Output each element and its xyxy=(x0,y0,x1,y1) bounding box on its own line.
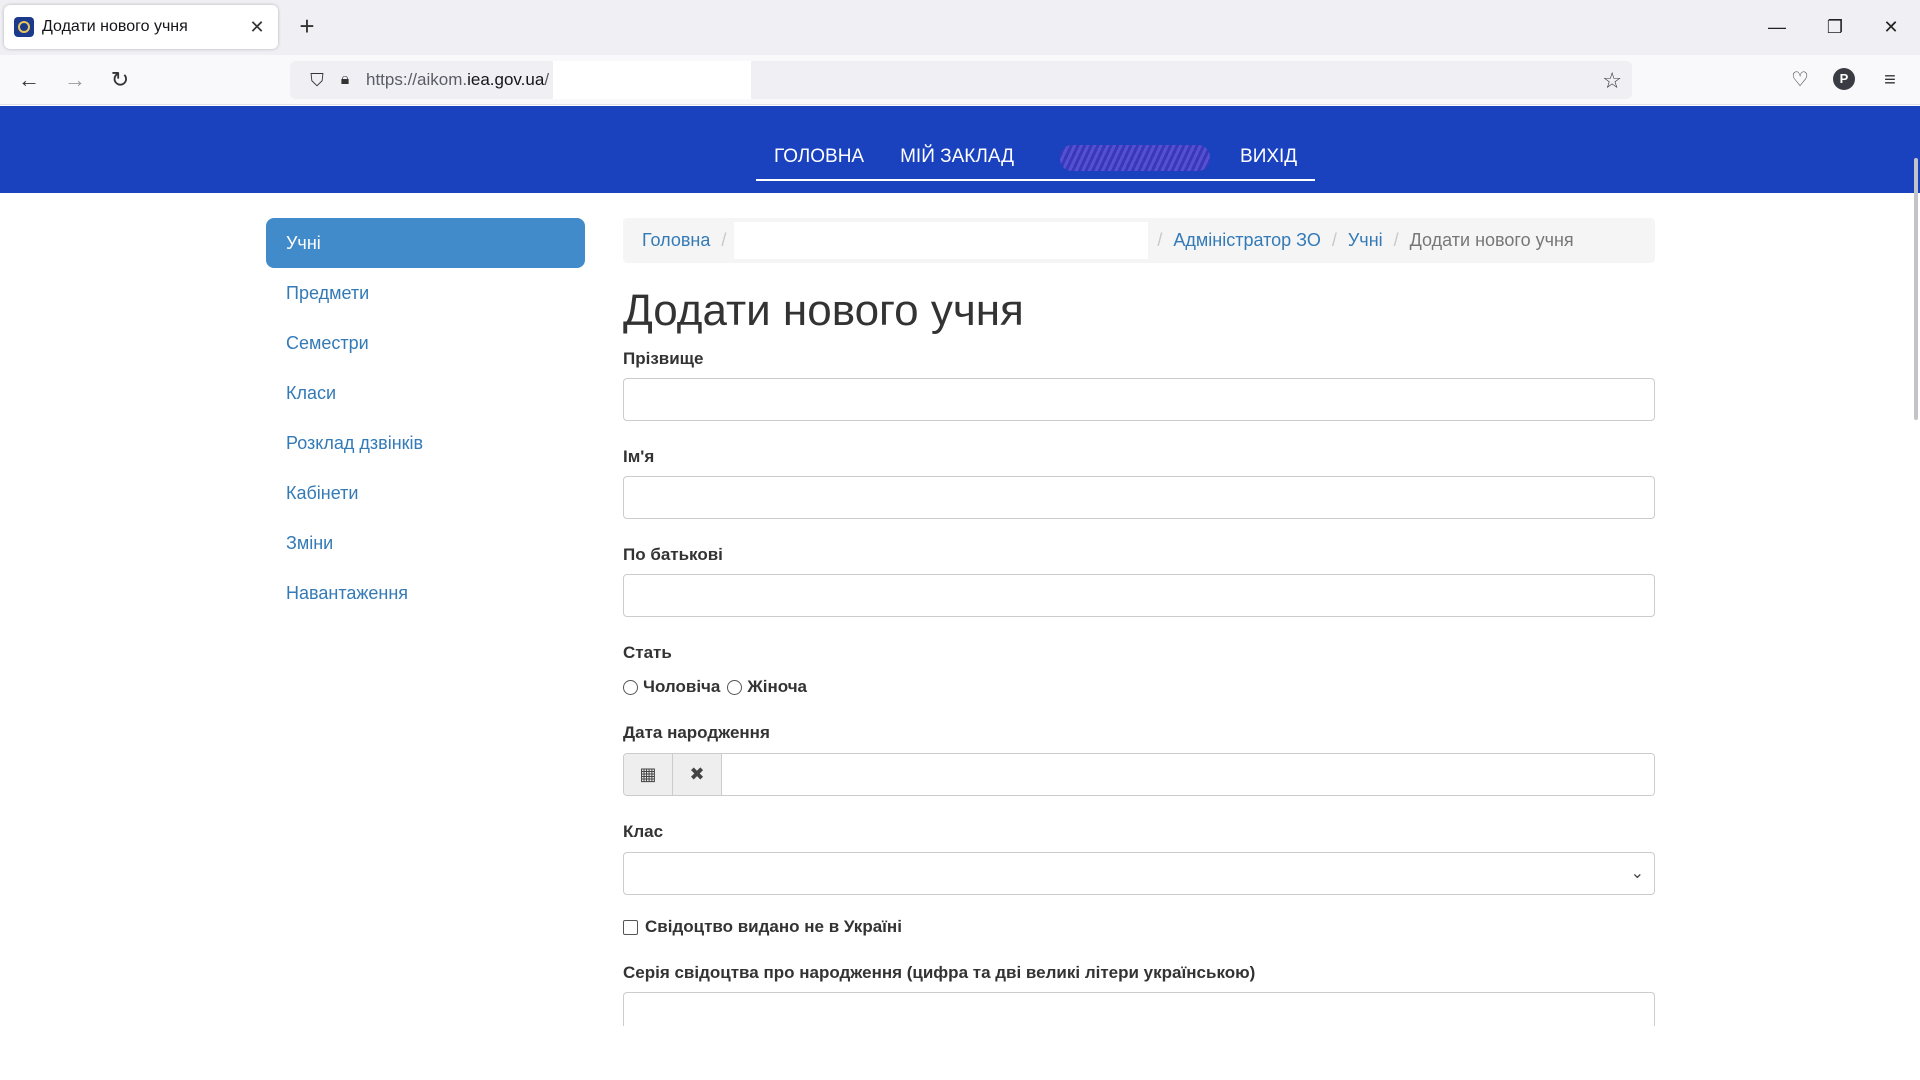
reload-icon[interactable]: ↻ xyxy=(104,64,136,96)
sidebar-item-semesters[interactable]: Семестри xyxy=(266,318,585,368)
surname-input[interactable] xyxy=(623,378,1655,421)
gender-male-label[interactable]: Чоловіча xyxy=(643,677,720,697)
site-favicon-icon xyxy=(14,17,34,37)
lock-icon[interactable]: 🔒︎ xyxy=(332,71,358,89)
url-text: https://aikom.iea.gov.ua/ xyxy=(366,70,549,90)
gender-options: Чоловіча Жіноча xyxy=(623,677,1655,697)
patronymic-label: По батькові xyxy=(623,545,723,564)
url-domain: iea.gov.ua xyxy=(467,70,545,89)
breadcrumb-redaction xyxy=(734,222,1149,259)
url-redaction xyxy=(553,61,752,99)
nav-logout-link[interactable]: ВИХІД xyxy=(1240,146,1297,168)
cert-series-input[interactable] xyxy=(623,992,1655,1026)
breadcrumb-separator: / xyxy=(1157,230,1163,250)
page-scrollbar[interactable] xyxy=(1914,158,1918,420)
sidebar-item-shifts[interactable]: Зміни xyxy=(266,518,585,568)
url-suffix: / xyxy=(544,70,550,89)
sidebar-item-rooms[interactable]: Кабінети xyxy=(266,468,585,518)
breadcrumb-students[interactable]: Учні xyxy=(1348,230,1383,251)
forward-icon[interactable]: → xyxy=(59,64,91,96)
surname-label: Прізвище xyxy=(623,349,704,368)
gender-female-label[interactable]: Жіноча xyxy=(747,677,807,697)
sidebar-item-students[interactable]: Учні xyxy=(266,218,585,268)
birthdate-input[interactable] xyxy=(722,754,1654,795)
profile-avatar[interactable]: P xyxy=(1833,68,1855,90)
gender-male-radio[interactable] xyxy=(623,679,638,695)
breadcrumb-separator: / xyxy=(1331,230,1337,250)
main-content: Головна / / Адміністратор ЗО / Учні / До… xyxy=(623,218,1655,1026)
gender-label: Стать xyxy=(623,643,672,662)
tab-title: Додати нового учня xyxy=(42,18,188,35)
sidebar-item-bell-schedule[interactable]: Розклад дзвінків xyxy=(266,418,585,468)
breadcrumb: Головна / / Адміністратор ЗО / Учні / До… xyxy=(623,218,1655,263)
bookmark-star-icon[interactable]: ☆ xyxy=(1602,68,1622,94)
sidebar-item-classes[interactable]: Класи xyxy=(266,368,585,418)
breadcrumb-admin[interactable]: Адміністратор ЗО xyxy=(1173,230,1320,251)
certificate-abroad-row: Свідоцтво видано не в Україні xyxy=(623,917,1655,937)
main-nav: ГОЛОВНА МІЙ ЗАКЛАД ВИХІД xyxy=(756,134,1316,181)
menu-icon[interactable]: ≡ xyxy=(1876,66,1904,94)
page-title: Додати нового учня xyxy=(623,286,1024,335)
url-prefix: https://aikom. xyxy=(366,70,468,89)
redacted-user-scribble xyxy=(1050,137,1220,177)
tracking-shield-icon[interactable]: ⛉ xyxy=(302,70,332,91)
pocket-icon[interactable]: ♡ xyxy=(1786,66,1814,94)
class-label: Клас xyxy=(623,822,664,841)
browser-tab[interactable]: Додати нового учня ✕ xyxy=(4,5,278,49)
sidebar-item-workload[interactable]: Навантаження xyxy=(266,568,585,618)
minimize-icon[interactable]: — xyxy=(1754,10,1800,44)
breadcrumb-home[interactable]: Головна xyxy=(642,230,710,251)
back-icon[interactable]: ← xyxy=(13,64,45,96)
breadcrumb-current: Додати нового учня xyxy=(1409,230,1574,250)
calendar-icon[interactable]: ▦ xyxy=(624,754,673,795)
certificate-abroad-label[interactable]: Свідоцтво видано не в Україні xyxy=(645,917,902,937)
birthdate-picker: ▦ ✖ xyxy=(623,753,1655,796)
new-tab-button[interactable]: + xyxy=(292,12,322,42)
name-label: Ім'я xyxy=(623,447,655,466)
chevron-down-icon: ⌄ xyxy=(1630,865,1644,882)
certificate-abroad-checkbox[interactable] xyxy=(623,919,638,935)
nav-home-link[interactable]: ГОЛОВНА xyxy=(774,146,864,168)
sidebar: Учні Предмети Семестри Класи Розклад дзв… xyxy=(266,218,585,618)
browser-tab-bar: Додати нового учня ✕ + — ❐ ✕ xyxy=(0,0,1920,55)
clear-date-icon[interactable]: ✖ xyxy=(673,754,722,795)
address-bar[interactable]: ⛉ 🔒︎ https://aikom.iea.gov.ua/ ☆ xyxy=(290,61,1632,99)
gender-female-radio[interactable] xyxy=(727,679,743,695)
breadcrumb-separator: / xyxy=(721,230,727,250)
site-header: ГОЛОВНА МІЙ ЗАКЛАД ВИХІД xyxy=(0,106,1920,193)
restore-icon[interactable]: ❐ xyxy=(1812,10,1858,44)
class-select[interactable]: ⌄ xyxy=(623,852,1655,895)
patronymic-input[interactable] xyxy=(623,574,1655,617)
close-window-icon[interactable]: ✕ xyxy=(1868,10,1914,44)
sidebar-item-subjects[interactable]: Предмети xyxy=(266,268,585,318)
tab-close-icon[interactable]: ✕ xyxy=(246,17,268,38)
cert-series-label: Серія свідоцтва про народження (цифра та… xyxy=(623,963,1256,982)
birthdate-label: Дата народження xyxy=(623,723,770,742)
name-input[interactable] xyxy=(623,476,1655,519)
nav-my-school-link[interactable]: МІЙ ЗАКЛАД xyxy=(900,146,1014,168)
browser-navigation-bar: ← → ↻ ⛉ 🔒︎ https://aikom.iea.gov.ua/ ☆ ♡… xyxy=(0,55,1920,105)
breadcrumb-separator: / xyxy=(1393,230,1399,250)
